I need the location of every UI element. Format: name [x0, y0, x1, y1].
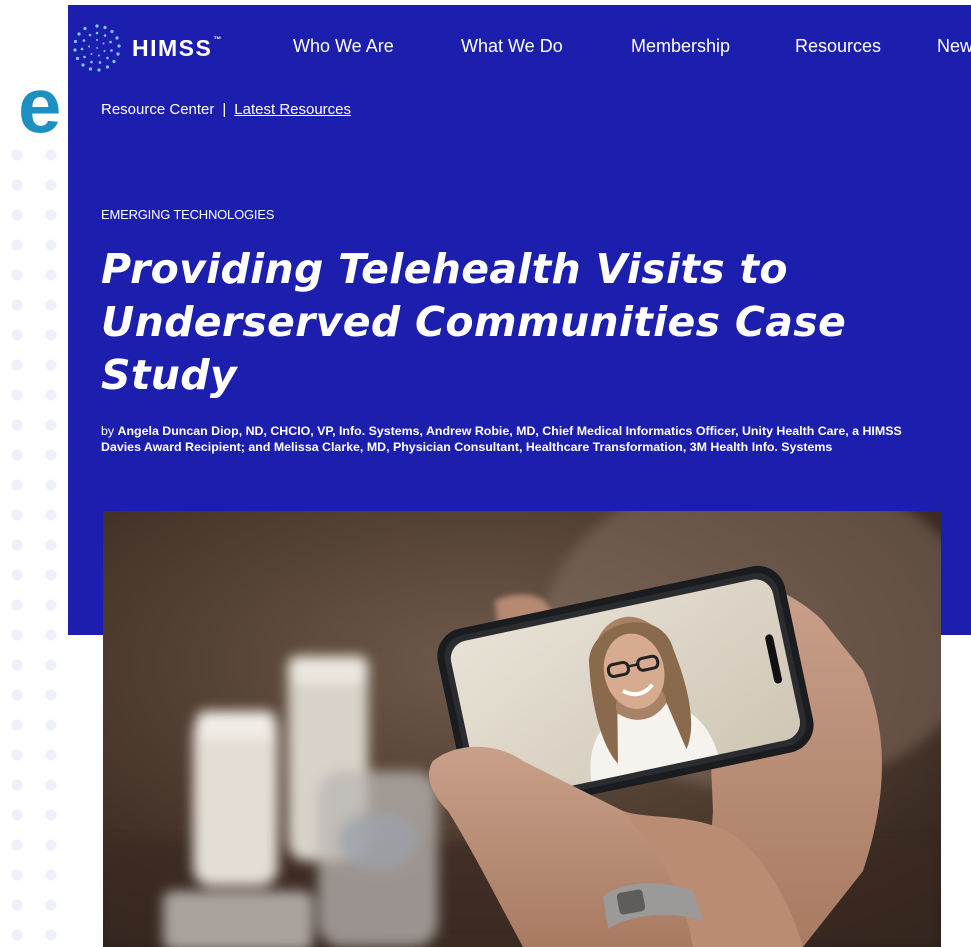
article-hero-image: [103, 511, 941, 947]
breadcrumb-root: Resource Center: [101, 101, 215, 118]
article-title: Providing Telehealth Visits to Underserv…: [101, 245, 847, 399]
top-navigation: HIMSS™ Who We Are What We Do Membership …: [68, 5, 971, 93]
byline-prefix: by: [101, 424, 118, 438]
himss-globe-icon: [73, 24, 121, 72]
article-category: EMERGING TECHNOLOGIES: [101, 207, 275, 222]
nav-who-we-are[interactable]: Who We Are: [293, 36, 394, 57]
breadcrumb-separator: |: [222, 101, 227, 118]
partial-letter: e: [18, 61, 62, 149]
nav-membership[interactable]: Membership: [631, 36, 730, 57]
nav-resources[interactable]: Resources: [795, 36, 881, 57]
byline-authors: Angela Duncan Diop, ND, CHCIO, VP, Info.…: [101, 424, 902, 454]
nav-news[interactable]: New: [937, 36, 971, 57]
background-dot-pattern: [0, 140, 70, 947]
breadcrumb-latest-resources-link[interactable]: Latest Resources: [234, 101, 351, 118]
telehealth-video-call-photo: [103, 511, 941, 947]
article-byline: by Angela Duncan Diop, ND, CHCIO, VP, In…: [101, 423, 931, 455]
brand-name: HIMSS™: [132, 34, 223, 61]
breadcrumb: Resource Center | Latest Resources: [101, 101, 351, 118]
nav-what-we-do[interactable]: What We Do: [461, 36, 563, 57]
himss-logo[interactable]: HIMSS™: [72, 23, 223, 73]
